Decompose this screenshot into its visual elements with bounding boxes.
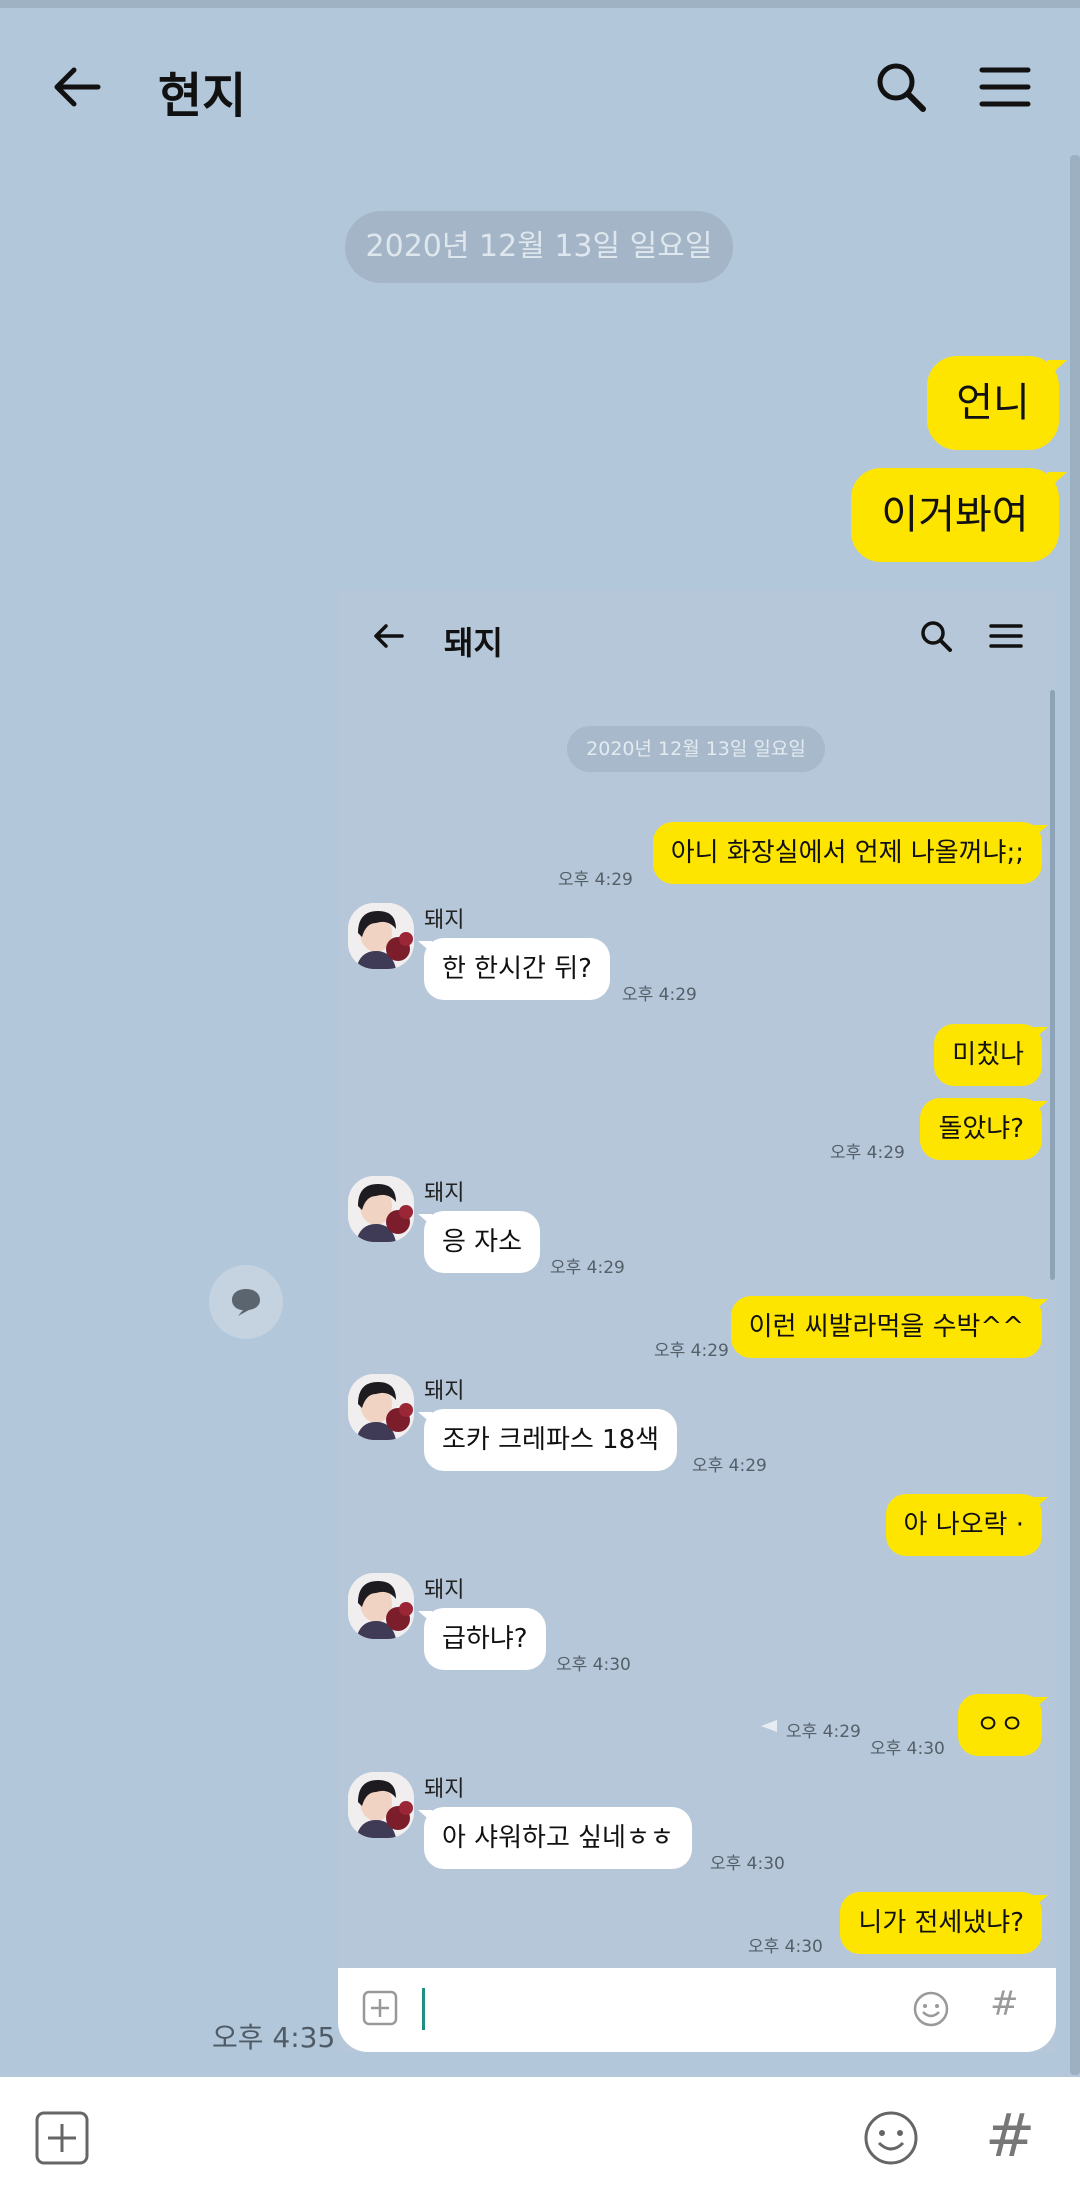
send-status-icon (760, 1718, 778, 1732)
screenshot-input-bar: # (338, 1968, 1056, 2052)
sender-name: 돼지 (424, 1379, 465, 1404)
message-time: 오후 4:30 (870, 1739, 945, 1759)
share-button[interactable] (209, 1265, 283, 1339)
message-bubble-out: 아 나오락 · (885, 1494, 1049, 1556)
message-bubble-out: 이런 씨발라먹을 수박^^ (730, 1296, 1049, 1358)
avatar (348, 1573, 414, 1639)
screenshot-scrollbar (1050, 690, 1055, 1280)
message-time: 오후 4:29 (558, 870, 633, 890)
message-time: 오후 4:30 (710, 1854, 785, 1874)
message-time: 오후 4:29 (622, 985, 697, 1005)
sender-name: 돼지 (424, 1777, 465, 1802)
avatar (348, 1374, 414, 1440)
sender-name: 돼지 (424, 908, 465, 933)
message-time: 오후 4:29 (654, 1341, 729, 1361)
message-time: 오후 4:29 (692, 1456, 767, 1476)
emoji-icon[interactable] (862, 2109, 920, 2167)
message-bubble-in: 급하냐? (418, 1608, 546, 1670)
back-arrow-icon (368, 616, 408, 656)
avatar (348, 1772, 414, 1838)
screenshot-date-divider: 2020년 12월 13일 일요일 (567, 726, 825, 772)
message-time: 오후 4:29 (786, 1722, 861, 1742)
message-time: 오후 4:29 (830, 1143, 905, 1163)
sender-name: 돼지 (424, 1578, 465, 1603)
emoji-icon (912, 1990, 950, 2028)
message-bubble-in: 아 샤워하고 싶네ㅎㅎ (418, 1807, 692, 1869)
sender-name: 돼지 (424, 1181, 465, 1206)
message-bubble-out[interactable]: 언니 (927, 356, 1067, 450)
back-arrow-icon[interactable] (44, 54, 110, 120)
message-bubble-out: 돌았냐? (920, 1098, 1048, 1160)
message-bubble-out: 아니 화장실에서 언제 나올꺼냐;; (652, 822, 1049, 884)
date-divider: 2020년 12월 13일 일요일 (345, 211, 733, 283)
avatar (348, 903, 414, 969)
scrollbar[interactable] (1070, 155, 1080, 2075)
message-input-bar[interactable]: # (0, 2077, 1080, 2199)
avatar (348, 1176, 414, 1242)
message-bubble-out: 니가 전세냈냐? (840, 1892, 1048, 1954)
message-time: 오후 4:29 (550, 1258, 625, 1278)
text-caret (422, 1988, 425, 2030)
plus-icon[interactable] (34, 2110, 90, 2166)
message-time: 오후 4:30 (556, 1655, 631, 1675)
screenshot-chat-title: 돼지 (444, 624, 503, 662)
message-bubble-out: 미칬나 (934, 1024, 1048, 1086)
image-message-screenshot[interactable]: 돼지 2020년 12월 13일 일요일 오후 4:29 아니 화장실에서 언제… (338, 590, 1056, 2052)
plus-icon (362, 1990, 398, 2026)
message-time: 오후 4:30 (748, 1937, 823, 1957)
share-icon (232, 1289, 260, 1316)
chat-title: 현지 (158, 68, 247, 124)
message-bubble-in: 응 자소 (417, 1211, 541, 1273)
message-bubble-in: 조카 크레파스 18색 (417, 1409, 678, 1471)
menu-icon[interactable] (972, 54, 1038, 120)
hash-button[interactable]: # (985, 2101, 1035, 2171)
chat-header: 현지 (0, 8, 1080, 158)
message-time: 오후 4:35 (212, 2021, 336, 2054)
search-icon[interactable] (868, 54, 934, 120)
search-icon (916, 616, 956, 656)
status-strip (0, 0, 1080, 8)
hash-icon: # (990, 1984, 1019, 2024)
menu-icon (986, 616, 1026, 656)
message-bubble-in: 한 한시간 뒤? (418, 938, 610, 1000)
message-bubble-out: ㅇㅇ (958, 1694, 1048, 1756)
message-bubble-out[interactable]: 이거봐여 (851, 468, 1067, 562)
